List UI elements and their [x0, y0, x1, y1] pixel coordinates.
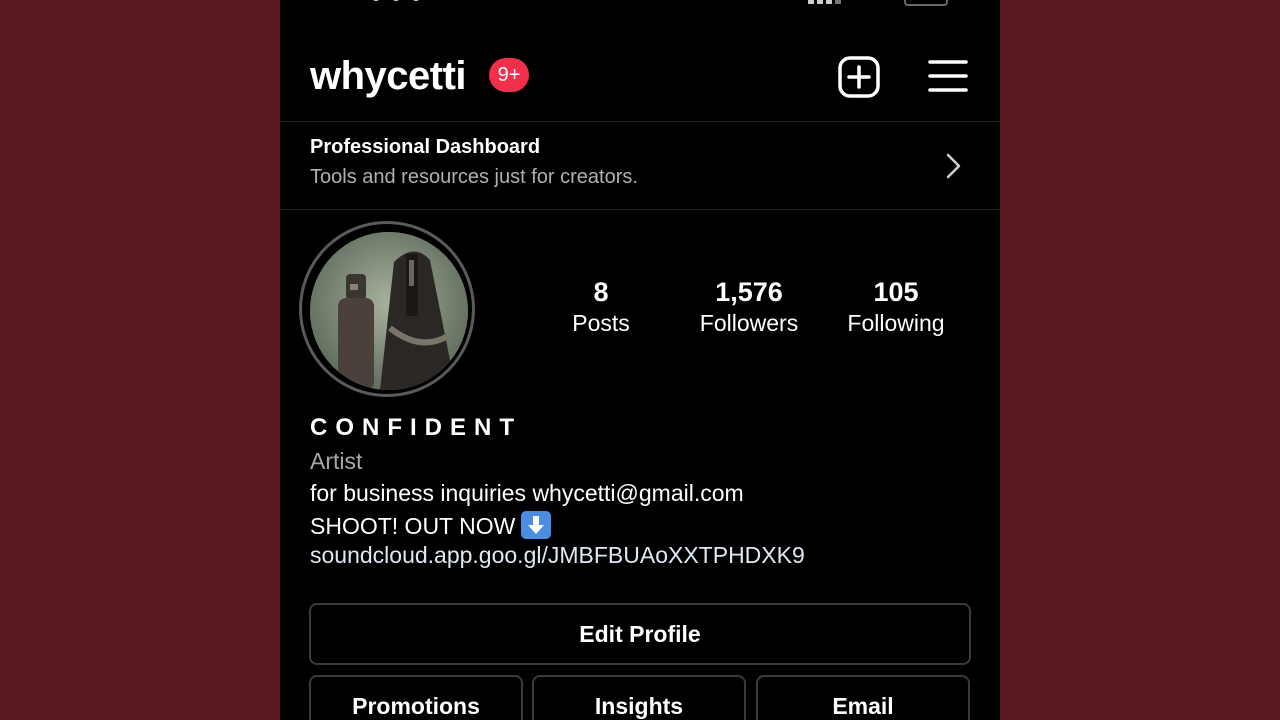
edit-profile-button[interactable]: Edit Profile: [309, 603, 971, 665]
bio-line: SHOOT! OUT NOW: [310, 511, 552, 540]
professional-dashboard-row[interactable]: Professional Dashboard Tools and resourc…: [280, 122, 1000, 209]
down-arrow-emoji-icon: [521, 511, 552, 539]
email-button[interactable]: Email: [756, 675, 970, 720]
following-label: Following: [847, 310, 945, 336]
dashboard-title: Professional Dashboard: [310, 136, 541, 158]
following-count: 105: [873, 277, 919, 307]
stat-following[interactable]: 105 Following: [821, 276, 971, 338]
chevron-right-icon: [946, 153, 961, 179]
profile-header: whycetti 9+: [280, 40, 1000, 112]
display-name: CONFIDENT: [310, 414, 522, 441]
posts-count: 8: [593, 277, 609, 307]
category-label: Artist: [310, 448, 363, 474]
followers-label: Followers: [699, 310, 799, 336]
plus-square-icon[interactable]: [838, 56, 880, 98]
stat-followers[interactable]: 1,576 Followers: [674, 276, 824, 338]
posts-label: Posts: [572, 310, 630, 336]
status-bar: [280, 0, 1000, 10]
bio-text: SHOOT! OUT NOW: [310, 513, 516, 539]
phone-screen: whycetti 9+ Professional Dashboard Tools…: [280, 0, 1000, 720]
stat-posts[interactable]: 8 Posts: [526, 276, 676, 338]
avatar[interactable]: [310, 232, 468, 390]
time-fragment-icon: [373, 0, 419, 1]
avatar-artwork-icon: [310, 232, 468, 390]
insights-button[interactable]: Insights: [532, 675, 746, 720]
dashboard-subtitle: Tools and resources just for creators.: [310, 166, 638, 188]
bio-line: for business inquiries whycetti@gmail.co…: [310, 480, 744, 506]
divider: [280, 209, 1000, 210]
followers-count: 1,576: [715, 277, 783, 307]
signal-icon: [808, 0, 841, 4]
notification-badge[interactable]: 9+: [489, 58, 529, 92]
bio-link[interactable]: soundcloud.app.goo.gl/JMBFBUAoXXTPHDXK9: [310, 542, 805, 569]
promotions-button[interactable]: Promotions: [309, 675, 523, 720]
battery-icon: [904, 0, 948, 6]
username[interactable]: whycetti: [310, 54, 467, 98]
hamburger-menu-icon[interactable]: [928, 58, 968, 94]
